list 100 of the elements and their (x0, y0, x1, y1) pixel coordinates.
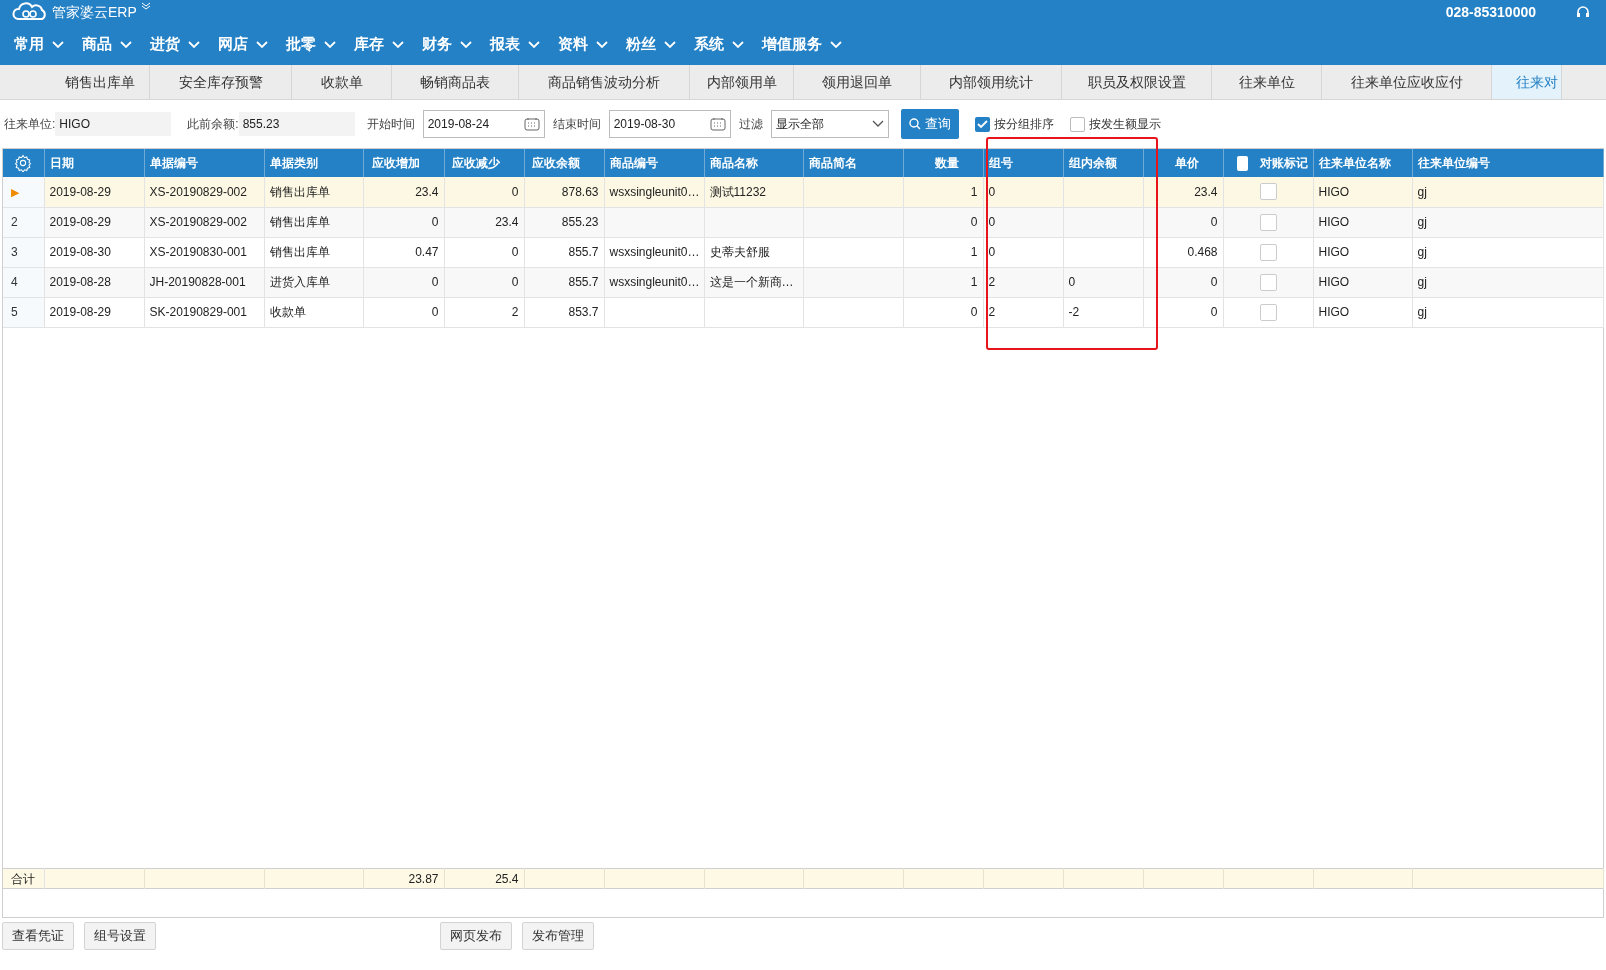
end-date-field[interactable]: 2019-08-30 (608, 110, 731, 138)
table-row[interactable]: 3 2019-08-30 XS-20190830-001 销售出库单 0.47 0 855.7 wsxsingleunit0… 史蒂夫舒服 1 0 0.468 HIGO gj (3, 237, 1603, 267)
filter-dropdown[interactable]: 显示全部 (770, 110, 889, 138)
table-row[interactable]: 4 2019-08-28 JH-20190828-001 进货入库单 0 0 855.7 wsxsingleunit0… 这是一个新商… 1 2 0 0 HIGO gj (3, 267, 1603, 297)
total-cell: 25.4 (444, 868, 524, 889)
phone-number: 028-85310000 (1445, 2, 1536, 22)
table-cell: wsxsingleunit0… (604, 267, 704, 297)
tab[interactable]: 职员及权限设置 (1062, 65, 1212, 99)
action-button[interactable]: 组号设置 (84, 922, 156, 950)
table-cell: gj (1412, 267, 1603, 297)
field-label: 过滤 (738, 116, 763, 133)
chevron-down-icon (324, 40, 336, 49)
table-cell: 0 (363, 207, 444, 237)
current-row-marker: ▶ (3, 177, 44, 207)
field-label: 往来单位: (4, 116, 56, 133)
chevron-down-icon (528, 40, 540, 49)
tab[interactable]: 内部领用统计 (921, 65, 1062, 99)
checkbox-label: 按分组排序 (993, 116, 1054, 133)
table-cell: 853.7 (524, 297, 604, 327)
table-row[interactable]: ▶ 2019-08-29 XS-20190829-002 销售出库单 23.4 0 878.63 wsxsingleunit0… 测试11232 1 0 23.4 HIGO gj (3, 177, 1603, 207)
menu-item[interactable]: 进货 (144, 33, 206, 56)
action-button[interactable]: 网页发布 (440, 922, 512, 950)
table-cell: 23.4 (444, 207, 524, 237)
chevron-down-icon[interactable] (140, 2, 151, 10)
tab[interactable]: 领用退回单 (794, 65, 921, 99)
table-cell: 855.7 (524, 237, 604, 267)
table-cell: 0 (903, 297, 983, 327)
table-row[interactable]: 5 2019-08-29 SK-20190829-001 收款单 0 2 853.7 0 2 -2 0 HIGO gj (3, 297, 1603, 327)
table-cell: 0 (363, 297, 444, 327)
table-cell: gj (1412, 297, 1603, 327)
cloud-logo-icon (12, 1, 48, 23)
headset-icon[interactable] (1576, 5, 1590, 19)
table-cell: gj (1412, 237, 1603, 267)
row-number: 2 (3, 207, 44, 237)
menu-item[interactable]: 批零 (280, 33, 342, 56)
table-row[interactable]: 2 2019-08-29 XS-20190829-002 销售出库单 0 23.4 855.23 0 0 0 HIGO gj (3, 207, 1603, 237)
menu-item[interactable]: 库存 (348, 33, 410, 56)
tab[interactable]: 商品销售波动分析 (519, 65, 690, 99)
menu-item[interactable]: 网店 (212, 33, 274, 56)
tab[interactable]: 畅销商品表 (392, 65, 519, 99)
table-cell: 2019-08-28 (44, 267, 144, 297)
settings-header-cell[interactable] (3, 149, 44, 177)
table-cell: 2019-08-29 (44, 177, 144, 207)
checkbox[interactable] (1069, 116, 1085, 132)
tab[interactable]: 往来单位 (1212, 65, 1322, 99)
action-button[interactable]: 查看凭证 (2, 922, 74, 950)
tab[interactable]: 往来对 (1492, 65, 1562, 99)
table-cell: 0 (983, 207, 1063, 237)
table-cell: 这是一个新商… (704, 267, 803, 297)
checkbox[interactable] (1259, 213, 1277, 231)
table-cell: 0 (1143, 207, 1223, 237)
menu-item[interactable]: 常用 (8, 33, 70, 56)
column-header[interactable]: 对账标记 (1259, 154, 1308, 172)
table-cell: 销售出库单 (264, 237, 363, 267)
table-cell: JH-20190828-001 (144, 267, 264, 297)
table-cell: 销售出库单 (264, 207, 363, 237)
menu-item[interactable]: 商品 (76, 33, 138, 56)
checkbox[interactable] (1236, 155, 1248, 171)
checkbox[interactable] (974, 116, 990, 132)
partner-field[interactable]: HIGO (55, 112, 172, 136)
table-cell: 0 (1063, 267, 1143, 297)
menu-item[interactable]: 粉丝 (620, 33, 682, 56)
tab[interactable]: 收款单 (292, 65, 392, 99)
menu-item[interactable]: 报表 (484, 33, 546, 56)
row-number: 4 (3, 267, 44, 297)
chevron-down-icon (830, 40, 842, 49)
table-cell: XS-20190830-001 (144, 237, 264, 267)
query-button[interactable]: 查询 (900, 109, 959, 139)
calendar-icon[interactable] (709, 117, 726, 131)
table-cell: 0 (1143, 297, 1223, 327)
table-cell: -2 (1063, 297, 1143, 327)
balance-field[interactable]: 855.23 (238, 112, 355, 136)
start-date-field[interactable]: 2019-08-24 (422, 110, 545, 138)
action-button[interactable]: 发布管理 (522, 922, 594, 950)
checkbox[interactable] (1259, 183, 1277, 201)
menu-item[interactable]: 系统 (688, 33, 750, 56)
chevron-down-icon (120, 40, 132, 49)
table-cell: 0 (903, 207, 983, 237)
calendar-icon[interactable] (523, 117, 540, 131)
menu-item[interactable]: 增值服务 (756, 33, 848, 56)
table-cell: 855.7 (524, 267, 604, 297)
checkbox[interactable] (1259, 243, 1277, 261)
tab[interactable]: 安全库存预警 (150, 65, 292, 99)
menu-item[interactable]: 财务 (416, 33, 478, 56)
field-label: 开始时间 (366, 116, 415, 133)
tab[interactable]: 销售出库单 (50, 65, 150, 99)
table-cell: 1 (903, 177, 983, 207)
table-cell: 2019-08-30 (44, 237, 144, 267)
table-cell: 销售出库单 (264, 177, 363, 207)
field-label: 结束时间 (552, 116, 601, 133)
settings-icon[interactable] (14, 154, 33, 172)
checkbox[interactable] (1259, 273, 1277, 291)
checkbox[interactable] (1259, 303, 1277, 321)
table-cell: 2 (983, 267, 1063, 297)
tab[interactable]: 内部领用单 (690, 65, 794, 99)
chevron-down-icon (664, 40, 676, 49)
chevron-down-icon (256, 40, 268, 49)
menu-item[interactable]: 资料 (552, 33, 614, 56)
table-cell: 878.63 (524, 177, 604, 207)
totals-label: 合计 (3, 868, 44, 889)
